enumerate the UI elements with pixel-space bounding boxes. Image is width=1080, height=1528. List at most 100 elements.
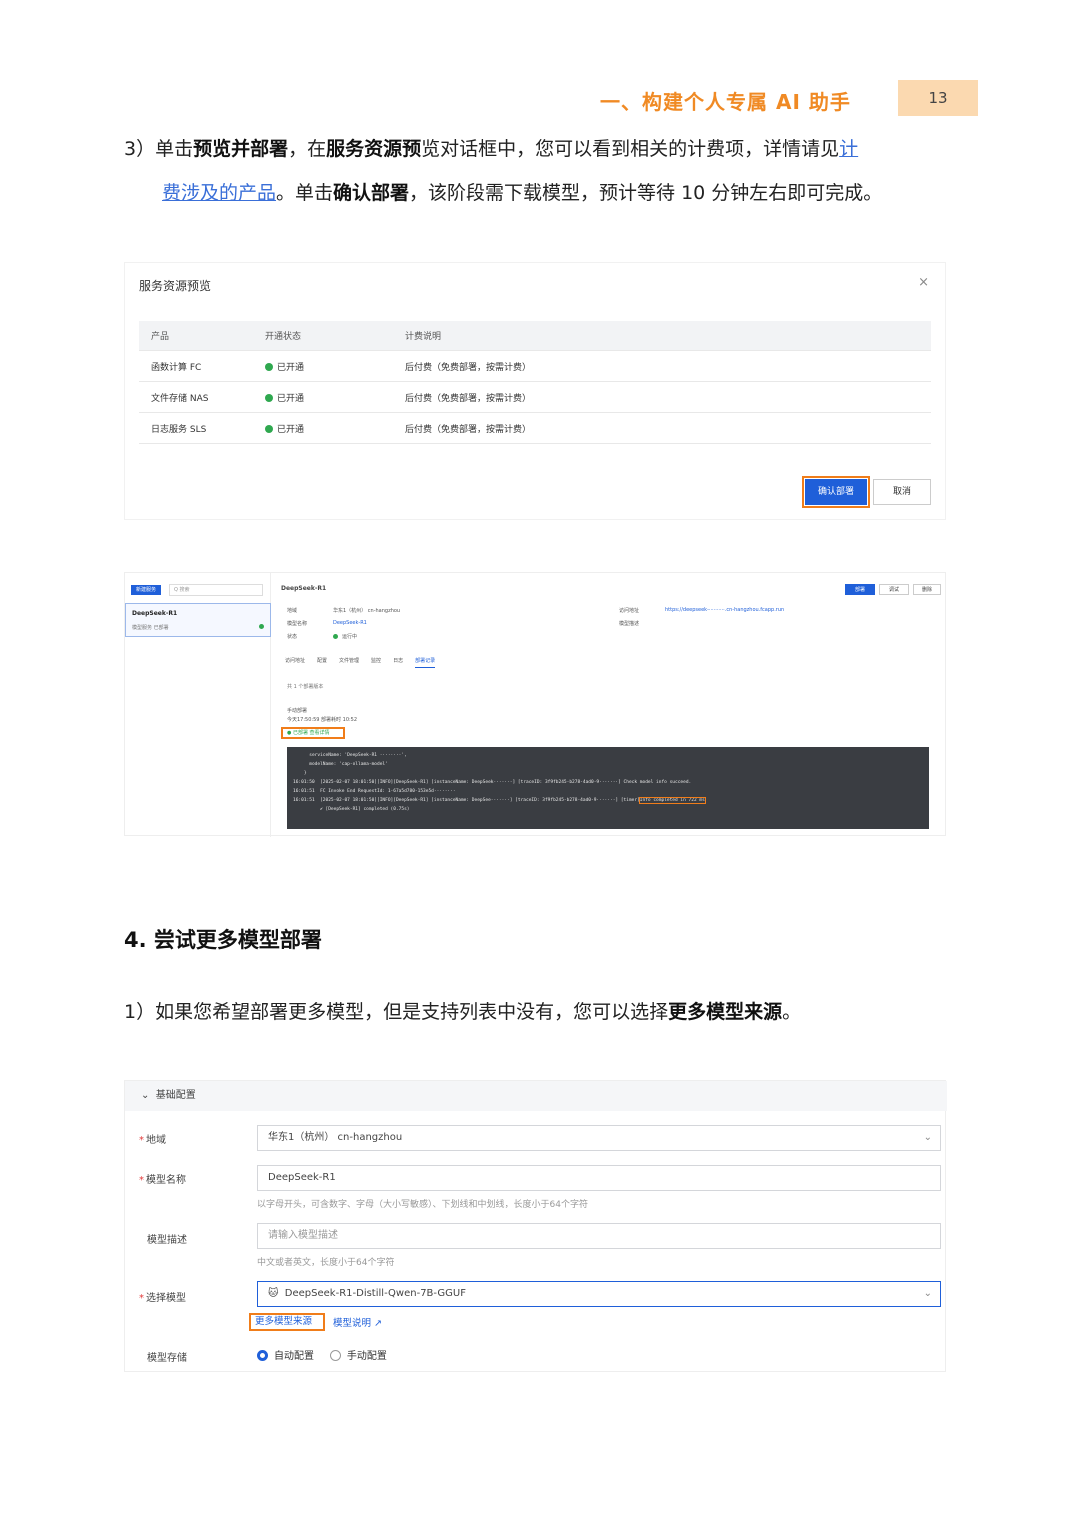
status-dot-icon — [265, 362, 273, 371]
resource-preview-dialog: 服务资源预览 × 产品 开通状态 计费说明 函数计算 FC 已开通 后付费（免费… — [124, 262, 946, 520]
debug-button[interactable]: 调试 — [879, 584, 909, 595]
close-icon[interactable]: × — [918, 275, 929, 290]
cell-product: 文件存储 NAS — [151, 393, 209, 404]
tab-files[interactable]: 文件管理 — [339, 657, 359, 668]
text: 览对话框中，您可以看到相关的计费项，详情请见 — [421, 138, 840, 160]
kv-key: 状态 — [287, 634, 298, 640]
tab-monitor[interactable]: 监控 — [371, 657, 381, 668]
storage-radio-group: 自动配置 手动配置 — [257, 1347, 387, 1362]
access-url-link[interactable]: https://deepseek-··········.cn-hangzhou.… — [665, 607, 784, 613]
billing-table: 产品 开通状态 计费说明 函数计算 FC 已开通 后付费（免费部署，按需计费） … — [139, 321, 931, 444]
text: 3）单击 — [124, 138, 194, 160]
deploy-entry: 手动部署 今天17:50:59 部署耗时 10:52 — [287, 707, 357, 725]
text: 。 — [782, 1001, 802, 1023]
radio-checked-icon — [257, 1350, 268, 1361]
status-text: 运行中 — [342, 634, 358, 640]
dialog-title: 服务资源预览 — [139, 279, 212, 293]
region-label: * 地域 — [139, 1135, 166, 1146]
radio-manual[interactable]: 手动配置 — [329, 1350, 387, 1362]
kv-key: 模型描述 — [619, 621, 640, 627]
model-name-label: * 模型名称 — [139, 1175, 186, 1186]
section-header[interactable]: ⌄ 基础配置 — [125, 1081, 947, 1111]
console-tabs: 访问地址 配置 文件管理 监控 日志 部署记录 — [285, 657, 436, 668]
kv-key: 模型名称 — [287, 621, 308, 627]
delete-button[interactable]: 删除 — [913, 584, 941, 595]
kv-key: 访问地址 — [619, 608, 640, 614]
region-value: 华东1（杭州） cn-hangzhou — [268, 1132, 403, 1143]
page-number: 13 — [898, 80, 978, 116]
tab-access[interactable]: 访问地址 — [285, 657, 305, 668]
billing-link[interactable]: 计 — [839, 138, 858, 160]
column-header: 开通状态 — [265, 332, 302, 342]
status-text: 已开通 — [277, 362, 305, 373]
chevron-down-icon: ⌄ — [923, 1288, 932, 1299]
service-list-item[interactable]: DeepSeek-R1 模型服务 已部署 — [125, 603, 271, 637]
table-row: 日志服务 SLS 已开通 后付费（免费部署，按需计费） — [139, 413, 931, 444]
cell-status: 已开通 — [253, 422, 405, 435]
kv-key: 地域 — [287, 608, 298, 614]
service-item-name: DeepSeek-R1 — [132, 610, 178, 617]
chevron-down-icon: ⌄ — [923, 1132, 932, 1143]
search-input[interactable]: Q 搜索 — [169, 584, 263, 596]
kv-value: 华东1（杭州） cn-hangzhou — [333, 608, 401, 614]
cell-product: 日志服务 SLS — [151, 424, 207, 435]
model-desc-hint: 中文或者英文，长度小于64个字符 — [257, 1258, 395, 1268]
model-config-form: ⌄ 基础配置 * 地域 华东1（杭州） cn-hangzhou ⌄ * 模型名称 De… — [124, 1080, 947, 1372]
log-text: ✔ [DeepSeek-R1] completed (0.75s) — [293, 807, 410, 812]
confirm-deploy-button[interactable]: 确认部署 — [802, 476, 870, 508]
cell-status: 已开通 — [253, 391, 405, 404]
model-name-hint: 以字母开头，可含数字、字母（大小写敏感）、下划线和中划线，长度小于64个字符 — [257, 1200, 588, 1210]
model-logo-icon: 🐱 — [268, 1288, 279, 1299]
status-text: 已开通 — [277, 424, 305, 435]
bold-text: 确认部署 — [333, 182, 410, 204]
tab-logs[interactable]: 日志 — [393, 657, 403, 668]
status-dot-icon — [265, 424, 273, 433]
step1-paragraph: 1）如果您希望部署更多模型，但是支持列表中没有，您可以选择更多模型来源。 — [124, 990, 964, 1034]
status-text: 已开通 — [277, 393, 305, 404]
cell-product: 函数计算 FC — [151, 362, 202, 373]
more-model-source-link[interactable]: 更多模型来源 — [249, 1313, 325, 1331]
deployed-badge[interactable]: ● 已部署 查看详情 — [281, 727, 345, 739]
bold-text: 预览并部署 — [193, 138, 289, 160]
cell-billing: 后付费（免费部署，按需计费） — [405, 362, 532, 373]
billing-link[interactable]: 费涉及的产品 — [162, 182, 276, 204]
chapter-title: 一、构建个人专属 AI 助手 — [600, 90, 851, 114]
model-select-value: DeepSeek-R1-Distill-Qwen-7B-GGUF — [284, 1288, 466, 1299]
radio-auto[interactable]: 自动配置 — [257, 1350, 314, 1362]
text: ，在 — [288, 138, 327, 160]
status-dot-icon — [265, 393, 273, 402]
tab-deploy-records[interactable]: 部署记录 — [415, 657, 436, 668]
cell-billing: 后付费（免费部署，按需计费） — [405, 393, 532, 404]
table-row: 文件存储 NAS 已开通 后付费（免费部署，按需计费） — [139, 382, 931, 413]
column-header: 计费说明 — [405, 332, 442, 342]
select-model-label: * 选择模型 — [139, 1293, 186, 1304]
tab-config[interactable]: 配置 — [317, 657, 327, 668]
kv-value[interactable]: DeepSeek-R1 — [333, 620, 367, 626]
status-dot-icon — [333, 634, 338, 639]
model-name-input[interactable]: DeepSeek-R1 — [257, 1165, 941, 1191]
model-select[interactable]: 🐱 DeepSeek-R1-Distill-Qwen-7B-GGUF ⌄ — [257, 1281, 941, 1307]
model-doc-link[interactable]: 模型说明 ↗ — [333, 1315, 382, 1329]
section-title: 基础配置 — [155, 1090, 196, 1101]
model-desc-input[interactable]: 请输入模型描述 — [257, 1223, 941, 1249]
log-console: serviceName: 'DeepSeek-R1 ········', mod… — [287, 747, 929, 829]
region-select[interactable]: 华东1（杭州） cn-hangzhou ⌄ — [257, 1125, 941, 1151]
log-highlight: Info completed in 722 ms — [638, 797, 706, 804]
bold-text: 更多模型来源 — [668, 1001, 783, 1023]
table-row: 函数计算 FC 已开通 后付费（免费部署，按需计费） — [139, 351, 931, 382]
bold-text: 服务资源预 — [326, 138, 422, 160]
cancel-button[interactable]: 取消 — [873, 479, 931, 505]
column-header: 产品 — [151, 332, 170, 342]
model-desc-label: 模型描述 — [147, 1235, 187, 1246]
new-service-button[interactable]: 新建服务 — [131, 585, 161, 595]
text: ，该阶段需下载模型，预计等待 10 分钟左右即可完成。 — [409, 182, 883, 204]
deploy-console: 新建服务 Q 搜索 DeepSeek-R1 模型服务 已部署 DeepSeek-… — [124, 572, 946, 837]
table-header: 产品 开通状态 计费说明 — [139, 321, 931, 351]
service-title: DeepSeek-R1 — [281, 585, 327, 592]
storage-label: 模型存储 — [147, 1353, 187, 1364]
deploy-button[interactable]: 部署 — [845, 584, 875, 595]
deploy-title: 手动部署 — [287, 708, 308, 714]
cell-billing: 后付费（免费部署，按需计费） — [405, 424, 532, 435]
text: 。单击 — [276, 182, 334, 204]
log-text: serviceName: 'DeepSeek-R1 ········', mod… — [293, 753, 692, 803]
